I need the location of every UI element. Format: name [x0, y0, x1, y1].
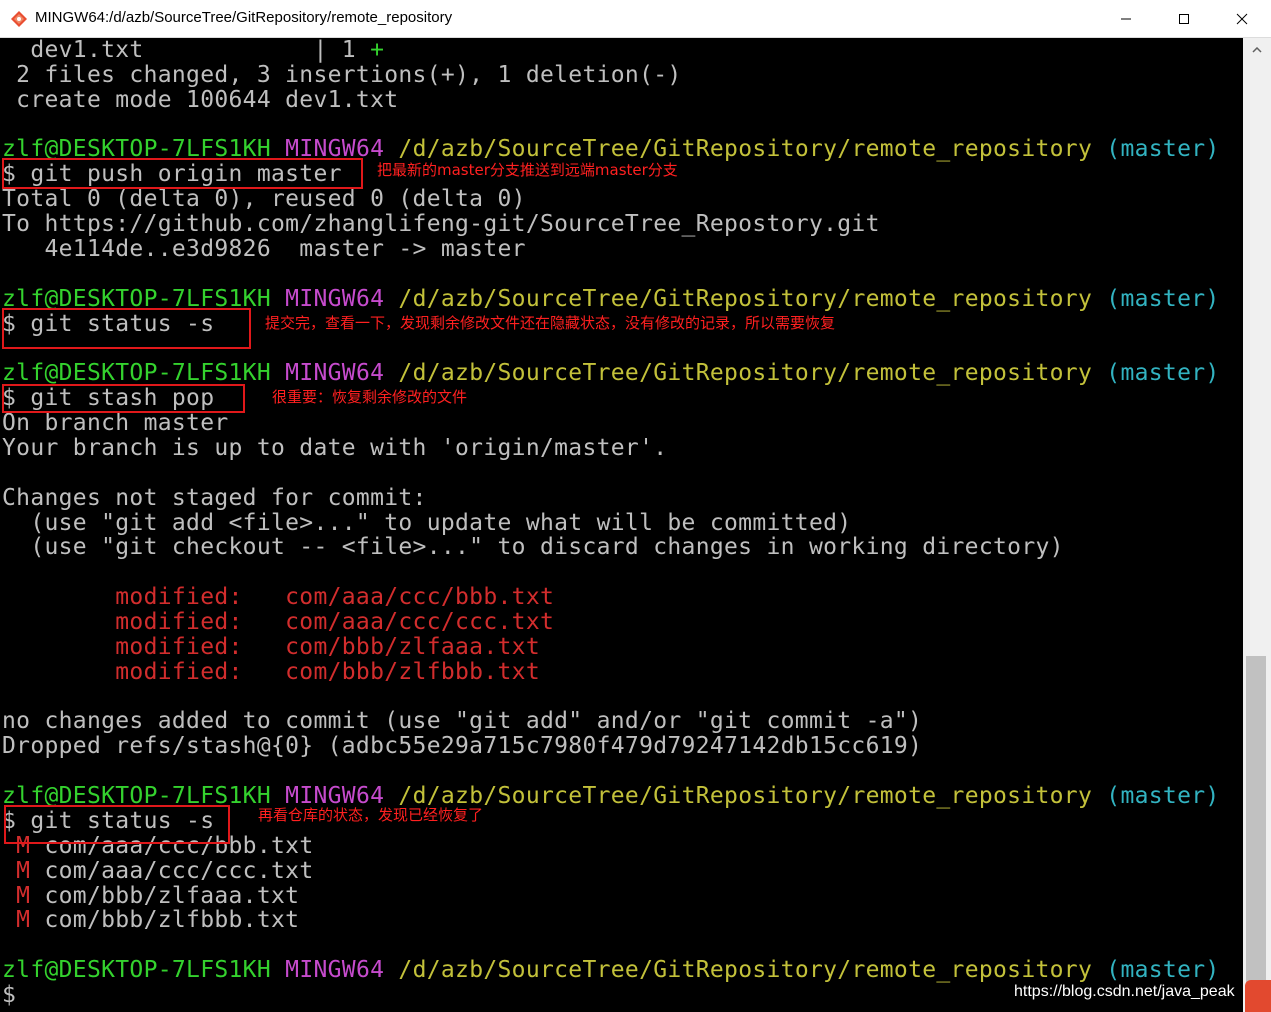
terminal-text-segment: MINGW64 [285, 285, 399, 312]
terminal-line: modified: com/aaa/ccc/ccc.txt [2, 610, 554, 635]
terminal-line: (use "git add <file>..." to update what … [2, 509, 852, 536]
terminal-line: zlf@DESKTOP-7LFS1KH MINGW64 /d/azb/Sourc… [2, 958, 1220, 983]
terminal-text-segment: /d/azb/SourceTree/GitRepository/remote_r… [398, 783, 1107, 810]
highlight-box-status [2, 308, 251, 349]
terminal-text-segment: 4e114de..e3d9826 master -> master [2, 235, 526, 262]
terminal-text-segment: (master) [1106, 136, 1220, 163]
terminal-text-segment: modified: com/bbb/zlfaaa.txt [2, 633, 540, 660]
git-bash-icon [11, 11, 27, 27]
terminal-text-segment: (master) [1106, 360, 1220, 387]
scroll-up-arrow[interactable] [1243, 40, 1271, 60]
annotation-push: 把最新的master分支推送到远端master分支 [377, 161, 678, 179]
chevron-up-icon [1252, 47, 1262, 53]
terminal-text-segment: modified: com/aaa/ccc/ccc.txt [2, 609, 555, 635]
watermark: https://blog.csdn.net/java_peak [1014, 983, 1235, 1000]
terminal-line: M com/aaa/ccc/ccc.txt [2, 857, 314, 884]
title-bar: MINGW64:/d/azb/SourceTree/GitRepository/… [0, 0, 1271, 38]
close-icon [1236, 13, 1248, 25]
window-title: MINGW64:/d/azb/SourceTree/GitRepository/… [35, 9, 453, 26]
terminal-text-segment: com/bbb/zlfbbb.txt [30, 907, 300, 934]
terminal-line: $ [2, 983, 16, 1008]
terminal-text-segment: (master) [1106, 783, 1220, 810]
highlight-box-stash-pop [2, 384, 245, 413]
terminal-text-segment: Total 0 (delta 0), reused 0 (delta 0) [2, 186, 526, 213]
terminal-text-segment: $ [2, 982, 17, 1009]
terminal-text-segment: modified: com/bbb/zlfbbb.txt [2, 658, 540, 685]
terminal-line: 2 files changed, 3 insertions(+), 1 dele… [2, 61, 682, 88]
minimize-icon [1121, 18, 1131, 20]
terminal-line: On branch master [2, 411, 229, 436]
csdn-badge [1245, 980, 1271, 1012]
terminal-line: Dropped refs/stash@{0} (adbc55e29a715c79… [2, 734, 922, 759]
terminal-text-segment: Dropped refs/stash@{0} (adbc55e29a715c79… [2, 733, 923, 760]
terminal-text-segment: dev1.txt | 1 [2, 38, 371, 63]
terminal-text-segment: 2 files changed, 3 insertions(+), 1 dele… [2, 61, 682, 88]
terminal-line: create mode 100644 dev1.txt [2, 86, 399, 113]
terminal-line: modified: com/bbb/zlfaaa.txt [2, 633, 540, 660]
terminal-text-segment: M [2, 857, 31, 884]
minimize-button[interactable] [1097, 0, 1155, 38]
terminal-text-segment: M [2, 907, 31, 934]
terminal-line: dev1.txt | 1 + [2, 38, 384, 63]
terminal-text-segment: no changes added to commit (use "git add… [2, 708, 923, 735]
terminal-text-segment: (master) [1106, 285, 1220, 312]
close-button[interactable] [1213, 0, 1271, 38]
terminal-text-segment: com/bbb/zlfaaa.txt [30, 882, 300, 909]
terminal-text-segment: Changes not staged for commit: [2, 484, 427, 511]
vertical-scrollbar[interactable] [1243, 38, 1271, 1012]
terminal-text-segment: Your branch is up to date with 'origin/m… [2, 434, 668, 461]
terminal-text-segment: To https://github.com/zhanglifeng-git/So… [2, 211, 880, 238]
terminal-text-segment: zlf@DESKTOP-7LFS1KH [2, 360, 286, 387]
terminal-text-segment: /d/azb/SourceTree/GitRepository/remote_r… [398, 136, 1107, 163]
terminal-line: no changes added to commit (use "git add… [2, 709, 922, 734]
terminal-line: Total 0 (delta 0), reused 0 (delta 0) [2, 187, 526, 212]
terminal-line: Your branch is up to date with 'origin/m… [2, 434, 668, 461]
terminal-text-segment: On branch master [2, 410, 229, 437]
terminal-text-segment: M [2, 882, 31, 909]
terminal-text-segment: /d/azb/SourceTree/GitRepository/remote_r… [398, 360, 1107, 387]
terminal-line: (use "git checkout -- <file>..." to disc… [2, 535, 1064, 560]
terminal-text-segment: + [370, 38, 385, 63]
terminal-text-segment: MINGW64 [285, 360, 399, 387]
terminal-line: zlf@DESKTOP-7LFS1KH MINGW64 /d/azb/Sourc… [2, 361, 1220, 386]
terminal-line: modified: com/bbb/zlfbbb.txt [2, 658, 540, 685]
scrollbar-thumb[interactable] [1246, 656, 1266, 996]
annotation-stash-pop: 很重要：恢复剩余修改的文件 [272, 388, 468, 406]
terminal-line: 4e114de..e3d9826 master -> master [2, 235, 526, 262]
terminal-text-segment: (use "git checkout -- <file>..." to disc… [2, 534, 1064, 561]
terminal-text-segment: /d/azb/SourceTree/GitRepository/remote_r… [398, 285, 1107, 312]
terminal-line: To https://github.com/zhanglifeng-git/So… [2, 212, 880, 237]
terminal-line: modified: com/aaa/ccc/bbb.txt [2, 585, 554, 610]
terminal-line: M com/bbb/zlfbbb.txt [2, 908, 299, 933]
terminal-text-segment: zlf@DESKTOP-7LFS1KH [2, 957, 286, 984]
annotation-status: 提交完，查看一下，发现剩余修改文件还在隐藏状态，没有修改的记录，所以需要恢复 [265, 314, 836, 332]
terminal-text-segment: (use "git add <file>..." to update what … [2, 509, 852, 536]
terminal-text-segment: create mode 100644 dev1.txt [2, 86, 399, 113]
terminal-line: M com/bbb/zlfaaa.txt [2, 882, 300, 909]
terminal-text-segment: modified: com/aaa/ccc/bbb.txt [2, 584, 555, 611]
maximize-button[interactable] [1155, 0, 1213, 38]
terminal-text-segment: /d/azb/SourceTree/GitRepository/remote_r… [398, 957, 1107, 984]
annotation-status-2: 再看仓库的状态，发现已经恢复了 [258, 806, 484, 824]
maximize-icon [1179, 14, 1189, 24]
terminal-text-segment: com/aaa/ccc/ccc.txt [30, 857, 314, 884]
terminal-line: Changes not staged for commit: [2, 484, 427, 511]
highlight-box-push [2, 158, 363, 189]
highlight-box-status-2 [4, 805, 230, 844]
terminal-text-segment: MINGW64 [285, 957, 399, 984]
terminal-text-segment: (master) [1106, 957, 1220, 984]
